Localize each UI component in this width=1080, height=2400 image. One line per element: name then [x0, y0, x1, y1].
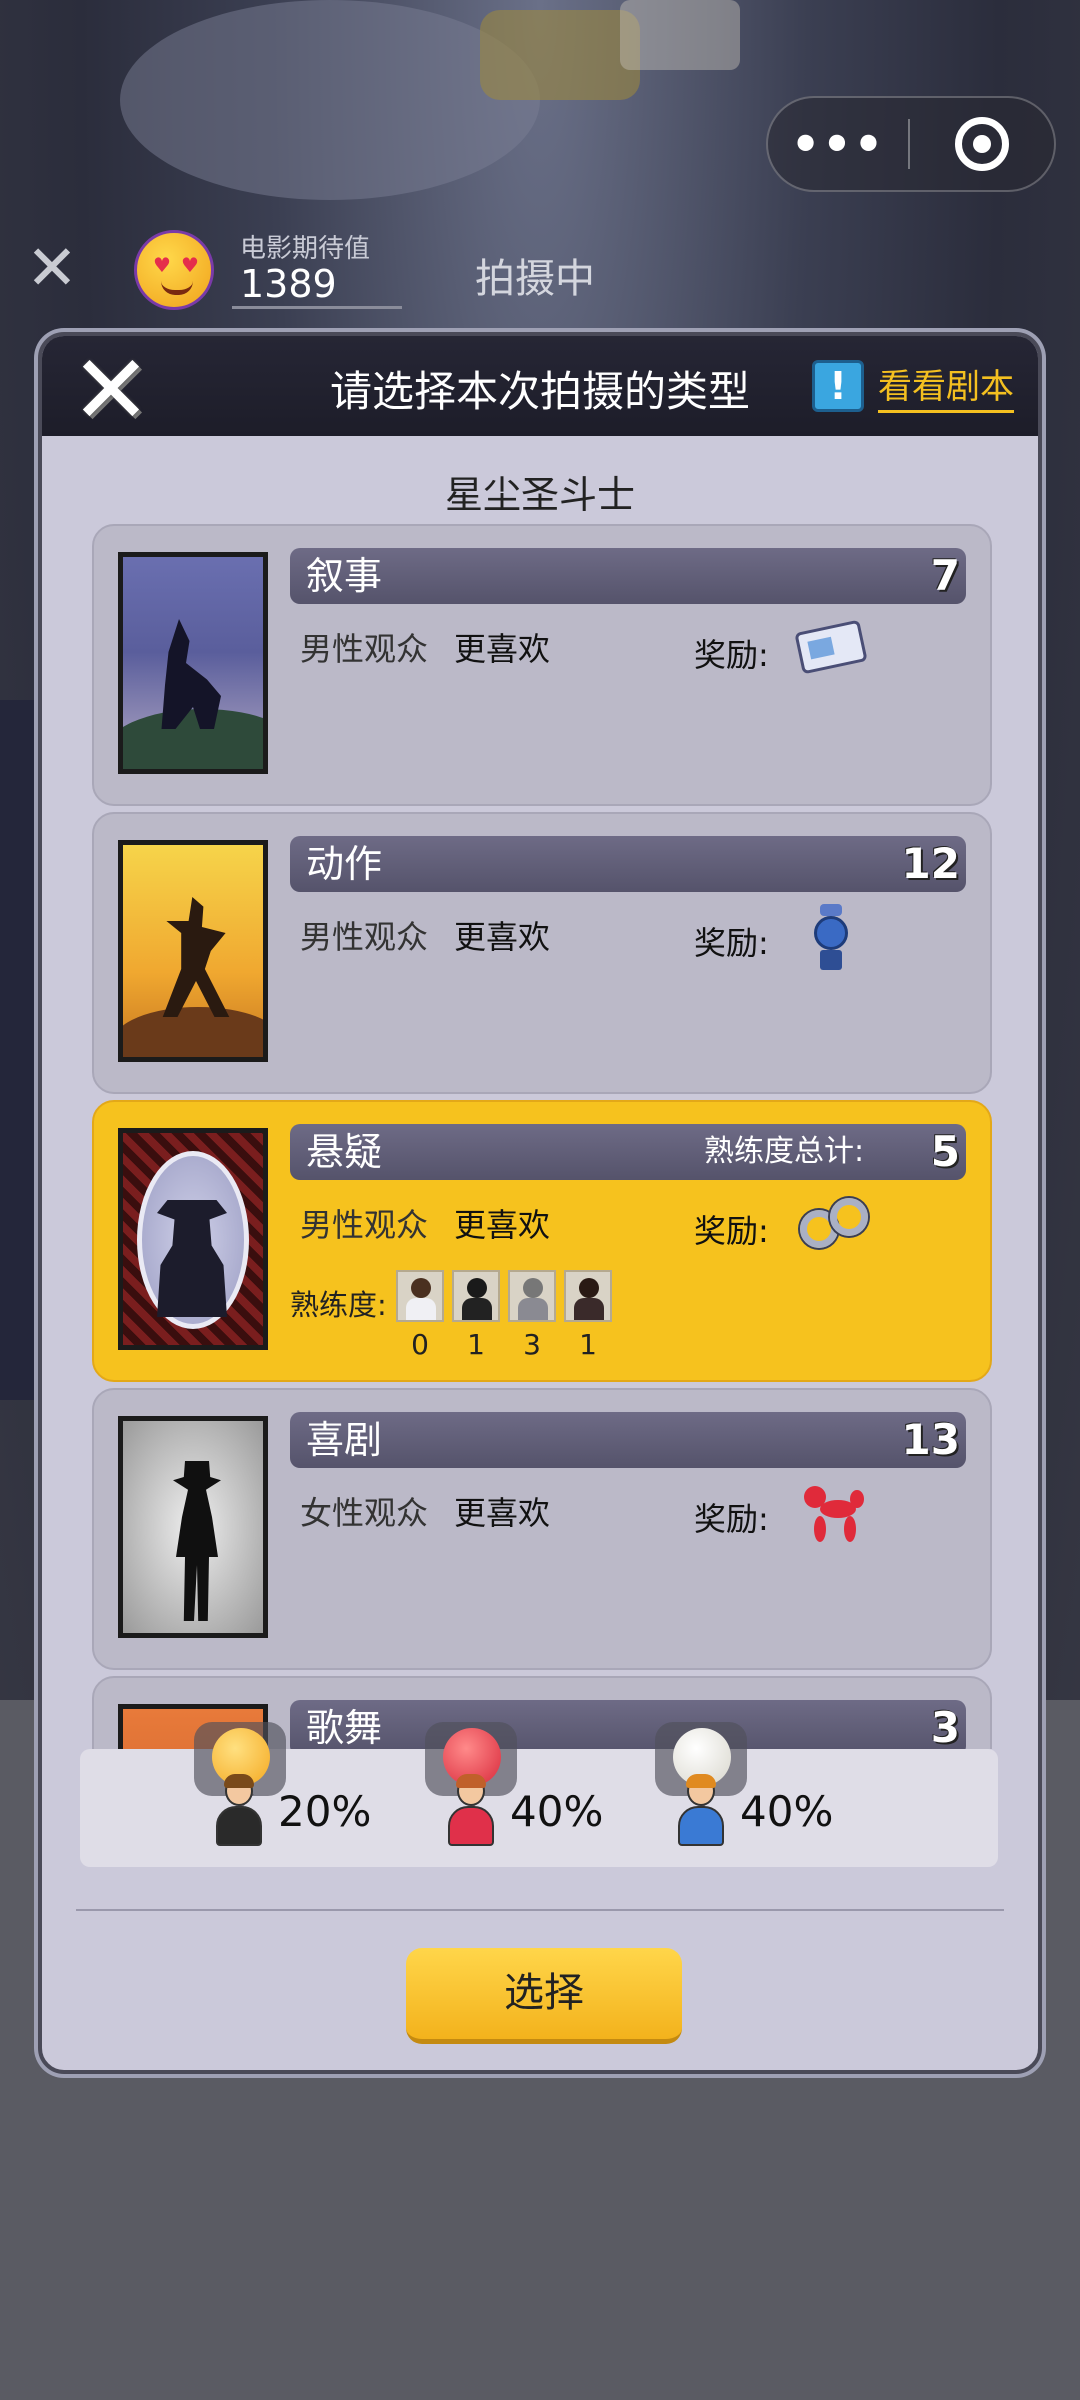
genre-count: 3 — [930, 1703, 960, 1749]
actor-mastery-values: 0 1 3 1 — [396, 1328, 612, 1361]
actor-mastery-value: 1 — [467, 1328, 485, 1361]
actor-avatar[interactable] — [396, 1270, 444, 1322]
audience-type: 男性观众 — [300, 630, 429, 668]
smile-mouth — [161, 281, 193, 295]
bg-shape — [120, 0, 540, 200]
bg-shape — [480, 10, 640, 100]
audience-type: 女性观众 — [300, 1494, 429, 1532]
genre-name: 喜剧 — [306, 1418, 383, 1462]
capsule-close-button[interactable] — [910, 117, 1054, 171]
audience-preference: 更喜欢 — [454, 630, 551, 668]
movie-name: 星尘圣斗士 — [444, 473, 635, 517]
genre-name-bar — [290, 1412, 966, 1468]
genre-name: 歌舞 — [306, 1706, 383, 1749]
genre-count: 5 — [930, 1127, 960, 1176]
heart-eyes-face-icon: ♥ ♥ — [134, 230, 214, 310]
mastery-label: 熟练度: — [290, 1288, 387, 1322]
actor-avatars — [396, 1270, 612, 1322]
genre-select-dialog: ✕ 请选择本次拍摄的类型 ! 看看剧本 星尘圣斗士 叙事 7 男性观众 更喜欢 … — [38, 332, 1042, 2074]
actor-mastery-value: 1 — [579, 1328, 597, 1361]
fan-icon — [794, 900, 870, 970]
audience-percent: 40% — [510, 1786, 604, 1836]
actor-avatar[interactable] — [452, 1270, 500, 1322]
reward-label: 奖励: — [694, 1500, 769, 1538]
more-dots-icon[interactable]: ••• — [768, 121, 908, 167]
man-in-suit-icon — [214, 1774, 264, 1846]
genre-name-bar — [290, 548, 966, 604]
miniprogram-capsule: ••• — [766, 96, 1056, 192]
audience-group: 20% — [214, 1774, 372, 1846]
ticket-icon — [794, 612, 870, 682]
shooting-status: 拍摄中 — [475, 256, 595, 302]
genre-name: 动作 — [306, 842, 383, 886]
audience-preference: 更喜欢 — [454, 1494, 551, 1532]
actor-avatar[interactable] — [564, 1270, 612, 1322]
audience-preference: 更喜欢 — [454, 918, 551, 956]
footer-divider — [76, 1909, 1004, 1911]
close-icon[interactable]: ✕ — [20, 236, 84, 300]
audience-percent: 20% — [278, 1786, 372, 1836]
view-script-label: 看看剧本 — [878, 359, 1014, 413]
audience-group: 40% — [446, 1774, 604, 1846]
expectation-underline — [232, 306, 402, 309]
chaplin-poster-icon — [118, 1416, 268, 1638]
balloon-dog-icon — [794, 1476, 870, 1546]
genre-count: 7 — [930, 551, 960, 600]
heart-eye-icon: ♥ — [181, 253, 199, 277]
genre-count: 13 — [901, 1415, 960, 1464]
exclamation-icon: ! — [812, 360, 864, 412]
expectation-label: 电影期待值 — [240, 234, 371, 264]
genre-name: 叙事 — [306, 554, 383, 598]
genre-count: 12 — [901, 839, 960, 888]
audience-preference: 更喜欢 — [454, 1206, 551, 1244]
genre-list[interactable]: 叙事 7 男性观众 更喜欢 奖励: 动作 12 男性观众 更喜欢 奖励: 悬疑 … — [92, 524, 992, 1749]
genre-name-bar — [290, 1700, 966, 1749]
wolf-poster-icon — [118, 552, 268, 774]
genre-name: 悬疑 — [306, 1130, 383, 1174]
audience-type: 男性观众 — [300, 1206, 429, 1244]
view-script-button[interactable]: ! 看看剧本 — [812, 358, 1014, 414]
actor-avatar[interactable] — [508, 1270, 556, 1322]
genre-card-narrative[interactable]: 叙事 7 男性观众 更喜欢 奖励: — [92, 524, 992, 806]
woman-icon — [446, 1774, 496, 1846]
mastery-total-label: 熟练度总计: — [704, 1134, 865, 1169]
reward-label: 奖励: — [694, 636, 769, 674]
dialog-header: ✕ 请选择本次拍摄的类型 ! 看看剧本 — [42, 336, 1038, 438]
reward-label: 奖励: — [694, 924, 769, 962]
reward-label: 奖励: — [694, 1212, 769, 1250]
fighter-poster-icon — [118, 840, 268, 1062]
audience-percent: 40% — [740, 1786, 834, 1836]
genre-name-bar — [290, 1124, 966, 1180]
young-man-icon — [676, 1774, 726, 1846]
bg-shape — [620, 0, 740, 70]
handcuffs-icon — [794, 1188, 870, 1258]
audience-group: 40% — [676, 1774, 834, 1846]
genre-name-bar — [290, 836, 966, 892]
detective-poster-icon — [118, 1128, 268, 1350]
audience-type: 男性观众 — [300, 918, 429, 956]
actor-mastery-value: 0 — [411, 1328, 429, 1361]
genre-card-comedy[interactable]: 喜剧 13 女性观众 更喜欢 奖励: — [92, 1388, 992, 1670]
genre-card-mystery[interactable]: 悬疑 熟练度总计: 5 男性观众 更喜欢 奖励: 熟练度: 0 1 3 1 — [92, 1100, 992, 1382]
target-circle-icon — [955, 117, 1009, 171]
actor-mastery-value: 3 — [523, 1328, 541, 1361]
genre-card-action[interactable]: 动作 12 男性观众 更喜欢 奖励: — [92, 812, 992, 1094]
select-button[interactable]: 选择 — [406, 1948, 682, 2044]
expectation-value: 1389 — [240, 262, 337, 306]
heart-eye-icon: ♥ — [153, 253, 171, 277]
